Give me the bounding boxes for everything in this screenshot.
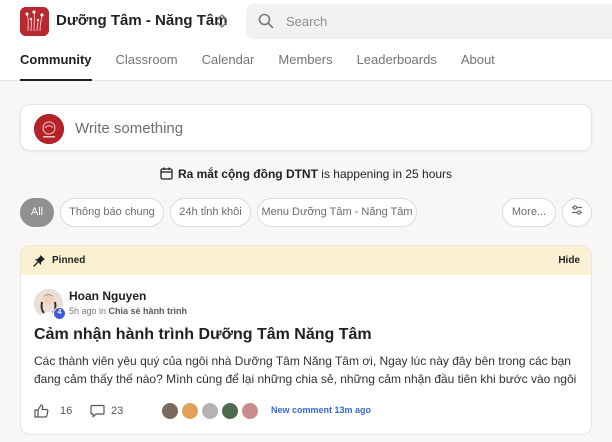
sliders-icon bbox=[571, 205, 583, 218]
search-bar[interactable] bbox=[246, 4, 612, 39]
tab-calendar[interactable]: Calendar bbox=[202, 52, 255, 81]
comment-count: 23 bbox=[111, 405, 124, 417]
pinned-label: Pinned bbox=[52, 255, 86, 266]
pin-icon bbox=[33, 254, 46, 272]
event-time: is happening in 25 hours bbox=[317, 167, 453, 181]
tab-community[interactable]: Community bbox=[20, 52, 92, 81]
group-switcher-icon[interactable] bbox=[214, 11, 230, 31]
hide-button[interactable]: Hide bbox=[558, 255, 580, 266]
pinned-bar: Pinned Hide bbox=[21, 246, 591, 275]
group-name[interactable]: Dưỡng Tâm - Năng Tâm bbox=[56, 12, 228, 29]
post-composer[interactable]: Write something bbox=[20, 104, 592, 151]
commenter-avatar[interactable] bbox=[161, 402, 179, 420]
author-name[interactable]: Hoan Nguyen bbox=[69, 289, 146, 303]
post-meta: 5h ago in Chia sẻ hành trình bbox=[69, 306, 187, 316]
main-nav: Community Classroom Calendar Members Lea… bbox=[20, 52, 519, 81]
calendar-icon bbox=[160, 167, 173, 183]
composer-placeholder[interactable]: Write something bbox=[75, 120, 183, 137]
comment-icon[interactable] bbox=[90, 404, 105, 423]
commenter-avatar[interactable] bbox=[181, 402, 199, 420]
top-bar: Dưỡng Tâm - Năng Tâm Community Classroom… bbox=[0, 0, 612, 81]
search-input[interactable] bbox=[286, 4, 586, 39]
group-logo[interactable] bbox=[20, 7, 49, 36]
post-actions: 16 23 New comment 13m ago bbox=[34, 402, 579, 422]
filter-chip-all[interactable]: All bbox=[20, 198, 54, 227]
filter-chip-24h-tinh-khoi[interactable]: 24h tỉnh khôi bbox=[170, 198, 251, 227]
post-title[interactable]: Cảm nhận hành trình Dưỡng Tâm Năng Tâm bbox=[34, 326, 372, 344]
new-comment-link[interactable]: New comment 13m ago bbox=[271, 405, 371, 415]
commenter-avatar[interactable] bbox=[201, 402, 219, 420]
pinned-post[interactable]: Pinned Hide 4 Hoan Nguyen 5h ago in Chia… bbox=[20, 245, 592, 435]
filter-chip-thong-bao-chung[interactable]: Thông báo chung bbox=[60, 198, 164, 227]
post-category[interactable]: Chia sẻ hành trình bbox=[109, 306, 188, 316]
search-icon bbox=[258, 13, 274, 34]
commenter-avatar[interactable] bbox=[241, 402, 259, 420]
post-body[interactable]: Các thành viên yêu quý của ngôi nhà Dưỡn… bbox=[34, 352, 579, 388]
event-name[interactable]: Ra mắt cộng đồng DTNT bbox=[178, 167, 318, 181]
event-banner[interactable]: Ra mắt cộng đồng DTNT is happening in 25… bbox=[0, 167, 612, 183]
level-badge: 4 bbox=[53, 307, 66, 320]
post-time: 5h ago in bbox=[69, 306, 109, 316]
like-count: 16 bbox=[60, 405, 73, 417]
tab-leaderboards[interactable]: Leaderboards bbox=[357, 52, 437, 81]
user-avatar bbox=[34, 114, 64, 144]
tab-members[interactable]: Members bbox=[278, 52, 332, 81]
tab-classroom[interactable]: Classroom bbox=[116, 52, 178, 81]
more-categories-button[interactable]: More... bbox=[502, 198, 556, 227]
tab-about[interactable]: About bbox=[461, 52, 495, 81]
filter-settings-button[interactable] bbox=[562, 198, 592, 227]
commenter-avatar[interactable] bbox=[221, 402, 239, 420]
like-icon[interactable] bbox=[34, 404, 49, 423]
filter-chip-menu[interactable]: Menu Dưỡng Tâm - Năng Tâm bbox=[257, 198, 417, 227]
